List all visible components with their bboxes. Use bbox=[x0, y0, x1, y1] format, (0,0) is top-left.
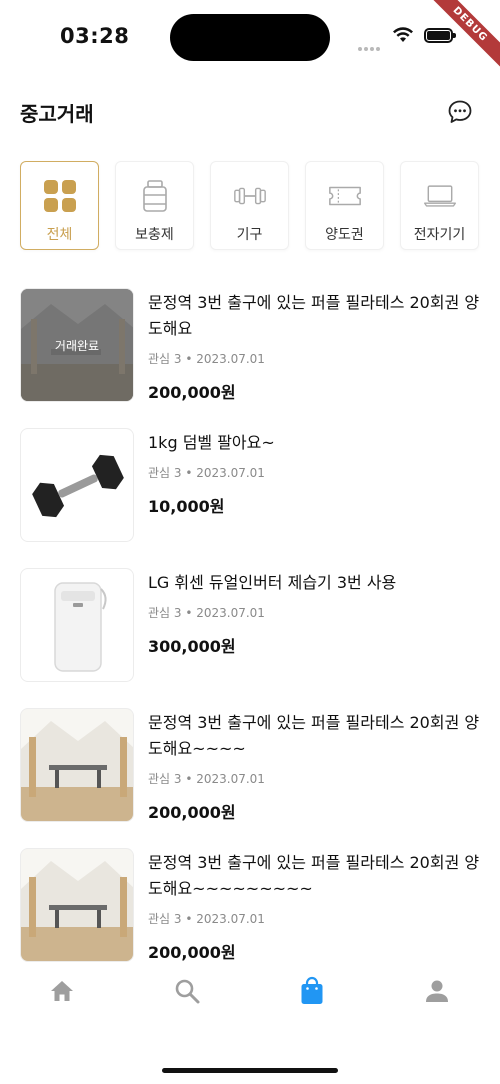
product-price: 200,000원 bbox=[148, 943, 236, 962]
dumbbell-photo bbox=[20, 428, 134, 542]
product-meta: 관심 3 • 2023.07.01 bbox=[148, 352, 265, 366]
product-item[interactable]: 1kg 덤벨 팔아요~ 관심 3 • 2023.07.01 10,000원 bbox=[20, 428, 490, 568]
search-icon bbox=[175, 979, 200, 1004]
product-title: 문정역 3번 출구에 있는 퍼플 필라테스 20회권 양도해요~~~~ bbox=[148, 713, 480, 758]
product-title: LG 휘센 듀얼인버터 제습기 3번 사용 bbox=[148, 573, 397, 592]
nav-search[interactable] bbox=[171, 975, 203, 1007]
product-price: 300,000원 bbox=[148, 637, 236, 656]
wifi-icon bbox=[393, 27, 413, 42]
category-transfer-ticket[interactable]: 양도권 bbox=[305, 161, 384, 250]
product-item[interactable]: 문정역 3번 출구에 있는 퍼플 필라테스 20회권 양도해요~~~~ 관심 3… bbox=[20, 708, 490, 848]
pilates-studio-photo bbox=[20, 708, 134, 822]
product-meta: 관심 3 • 2023.07.01 bbox=[148, 772, 265, 786]
category-equipment[interactable]: 기구 bbox=[210, 161, 289, 250]
product-meta: 관심 3 • 2023.07.01 bbox=[148, 912, 265, 926]
laptop-icon bbox=[422, 178, 458, 214]
product-title: 1kg 덤벨 팔아요~ bbox=[148, 433, 275, 452]
category-label: 전체 bbox=[46, 227, 73, 243]
nav-home[interactable] bbox=[46, 975, 78, 1007]
category-label: 양도권 bbox=[325, 227, 364, 243]
debug-banner: DEBUG bbox=[420, 0, 500, 80]
product-title: 문정역 3번 출구에 있는 퍼플 필라테스 20회권 양도해요 bbox=[148, 293, 480, 338]
product-title: 문정역 3번 출구에 있는 퍼플 필라테스 20회권 양도해요~~~~~~~~~ bbox=[148, 853, 480, 898]
chat-bubble-icon bbox=[448, 100, 472, 123]
app-header: 중고거래 bbox=[0, 86, 500, 136]
grid-icon bbox=[42, 178, 78, 214]
category-label: 보충제 bbox=[135, 227, 174, 243]
product-price: 200,000원 bbox=[148, 383, 236, 402]
sold-badge: 거래완료 bbox=[21, 289, 133, 401]
status-bar: 03:28 DEBUG bbox=[0, 0, 500, 74]
status-time: 03:28 bbox=[60, 24, 130, 48]
product-price: 200,000원 bbox=[148, 803, 236, 822]
category-label: 전자기기 bbox=[413, 227, 466, 243]
nav-market[interactable] bbox=[296, 975, 328, 1007]
chat-button[interactable] bbox=[446, 98, 474, 126]
product-list: 거래완료 문정역 3번 출구에 있는 퍼플 필라테스 20회권 양도해요 관심 … bbox=[20, 288, 490, 988]
product-meta: 관심 3 • 2023.07.01 bbox=[148, 606, 265, 620]
product-meta: 관심 3 • 2023.07.01 bbox=[148, 466, 265, 480]
category-tabs: 전체 보충제 기구 양도권 전자기기 bbox=[20, 161, 490, 251]
pilates-studio-photo: 거래완료 bbox=[20, 288, 134, 402]
dynamic-island bbox=[170, 14, 330, 61]
shopping-bag-icon bbox=[301, 976, 323, 1004]
person-icon bbox=[426, 980, 448, 1002]
page-title: 중고거래 bbox=[20, 102, 94, 126]
category-all[interactable]: 전체 bbox=[20, 161, 99, 250]
category-electronics[interactable]: 전자기기 bbox=[400, 161, 479, 250]
category-label: 기구 bbox=[236, 227, 263, 243]
supplement-jar-icon bbox=[137, 178, 173, 214]
product-item[interactable]: LG 휘센 듀얼인버터 제습기 3번 사용 관심 3 • 2023.07.01 … bbox=[20, 568, 490, 708]
home-indicator bbox=[162, 1068, 338, 1073]
ticket-icon bbox=[327, 178, 363, 214]
nav-profile[interactable] bbox=[421, 975, 453, 1007]
dehumidifier-photo bbox=[20, 568, 134, 682]
pilates-studio-photo bbox=[20, 848, 134, 962]
product-price: 10,000원 bbox=[148, 497, 225, 516]
home-icon bbox=[51, 981, 73, 1001]
cellular-signal-icon bbox=[358, 36, 384, 51]
dumbbell-icon bbox=[232, 178, 268, 214]
category-supplement[interactable]: 보충제 bbox=[115, 161, 194, 250]
product-item[interactable]: 거래완료 문정역 3번 출구에 있는 퍼플 필라테스 20회권 양도해요 관심 … bbox=[20, 288, 490, 428]
bottom-nav bbox=[0, 965, 500, 1021]
